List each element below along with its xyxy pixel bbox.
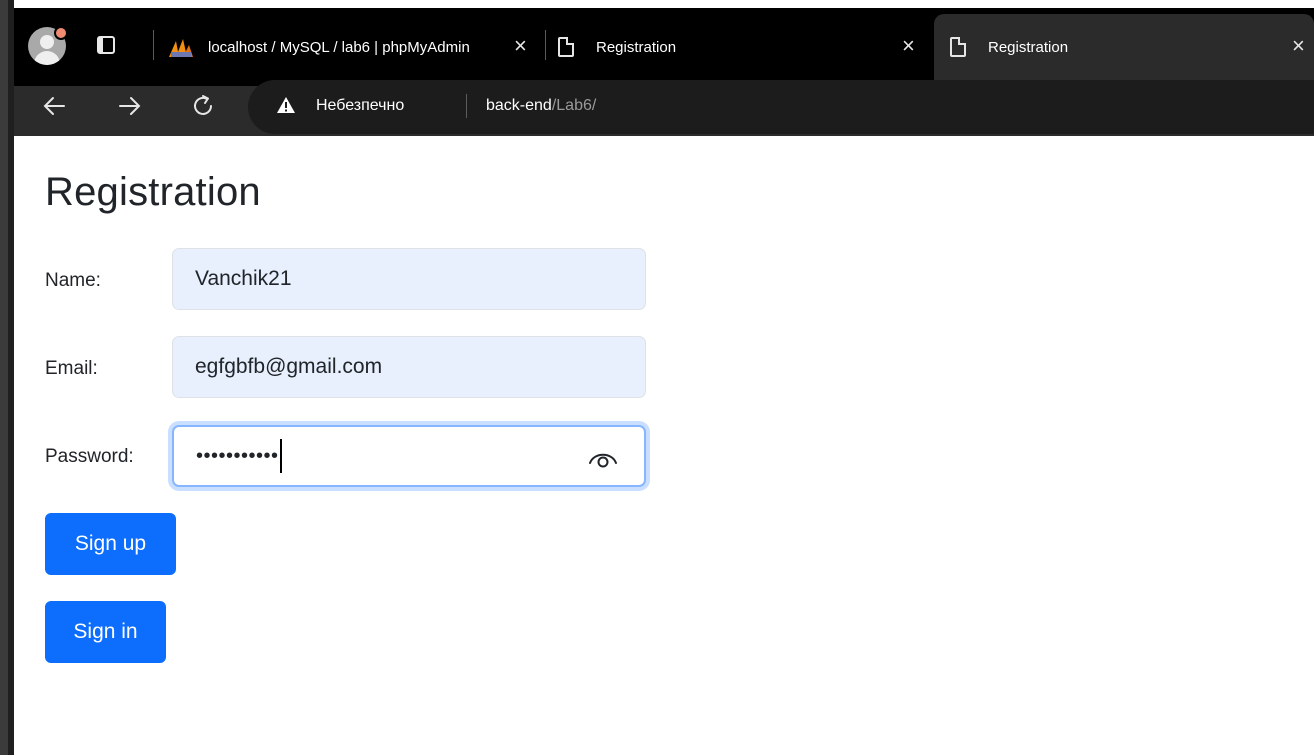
- address-bar[interactable]: [248, 80, 1314, 134]
- close-icon[interactable]: ×: [514, 35, 527, 57]
- sign-in-button[interactable]: Sign in: [45, 601, 166, 663]
- password-value: •••••••••••: [196, 444, 279, 467]
- phpmyadmin-logo-icon: [169, 39, 193, 57]
- text-caret: [279, 439, 282, 473]
- url-text[interactable]: back-end/Lab6/: [486, 97, 596, 115]
- tab-label: Registration: [988, 38, 1069, 56]
- address-separator: [466, 94, 467, 118]
- tab-label: localhost / MySQL / lab6 | phpMyAdmin: [208, 38, 470, 56]
- tab-separator: [153, 30, 154, 60]
- email-label: Email:: [45, 358, 98, 379]
- security-status[interactable]: Небезпечно: [316, 97, 404, 115]
- name-input[interactable]: Vanchik21: [172, 248, 646, 310]
- page-title: Registration: [45, 170, 261, 214]
- sign-up-button[interactable]: Sign up: [45, 513, 176, 575]
- password-label: Password:: [45, 446, 134, 467]
- back-arrow-icon[interactable]: [42, 95, 66, 117]
- reload-icon[interactable]: [190, 93, 216, 119]
- profile-badge-icon: [54, 26, 68, 40]
- tab-registration-active[interactable]: Registration ×: [934, 14, 1314, 86]
- tab-separator: [545, 30, 546, 60]
- url-path: /Lab6/: [551, 97, 597, 114]
- eye-icon[interactable]: [586, 443, 620, 471]
- close-icon[interactable]: ×: [902, 35, 915, 57]
- tab-registration[interactable]: Registration ×: [558, 22, 928, 72]
- password-input[interactable]: •••••••••••: [172, 425, 646, 487]
- page-icon: [558, 37, 574, 57]
- email-value: egfgbfb@gmail.com: [195, 355, 383, 378]
- url-host: back-end: [486, 97, 552, 114]
- forward-arrow-icon[interactable]: [118, 95, 142, 117]
- warning-triangle-icon[interactable]: [276, 95, 296, 115]
- name-value: Vanchik21: [195, 267, 292, 290]
- email-input[interactable]: egfgbfb@gmail.com: [172, 336, 646, 398]
- page-icon: [950, 37, 966, 57]
- tab-phpmyadmin[interactable]: localhost / MySQL / lab6 | phpMyAdmin ×: [208, 22, 538, 72]
- vertical-tabs-icon[interactable]: [97, 36, 115, 54]
- close-icon[interactable]: ×: [1292, 35, 1305, 57]
- window-edge: [0, 0, 14, 755]
- window-top-edge: [14, 0, 1314, 8]
- name-label: Name:: [45, 270, 101, 291]
- tab-label: Registration: [596, 38, 677, 56]
